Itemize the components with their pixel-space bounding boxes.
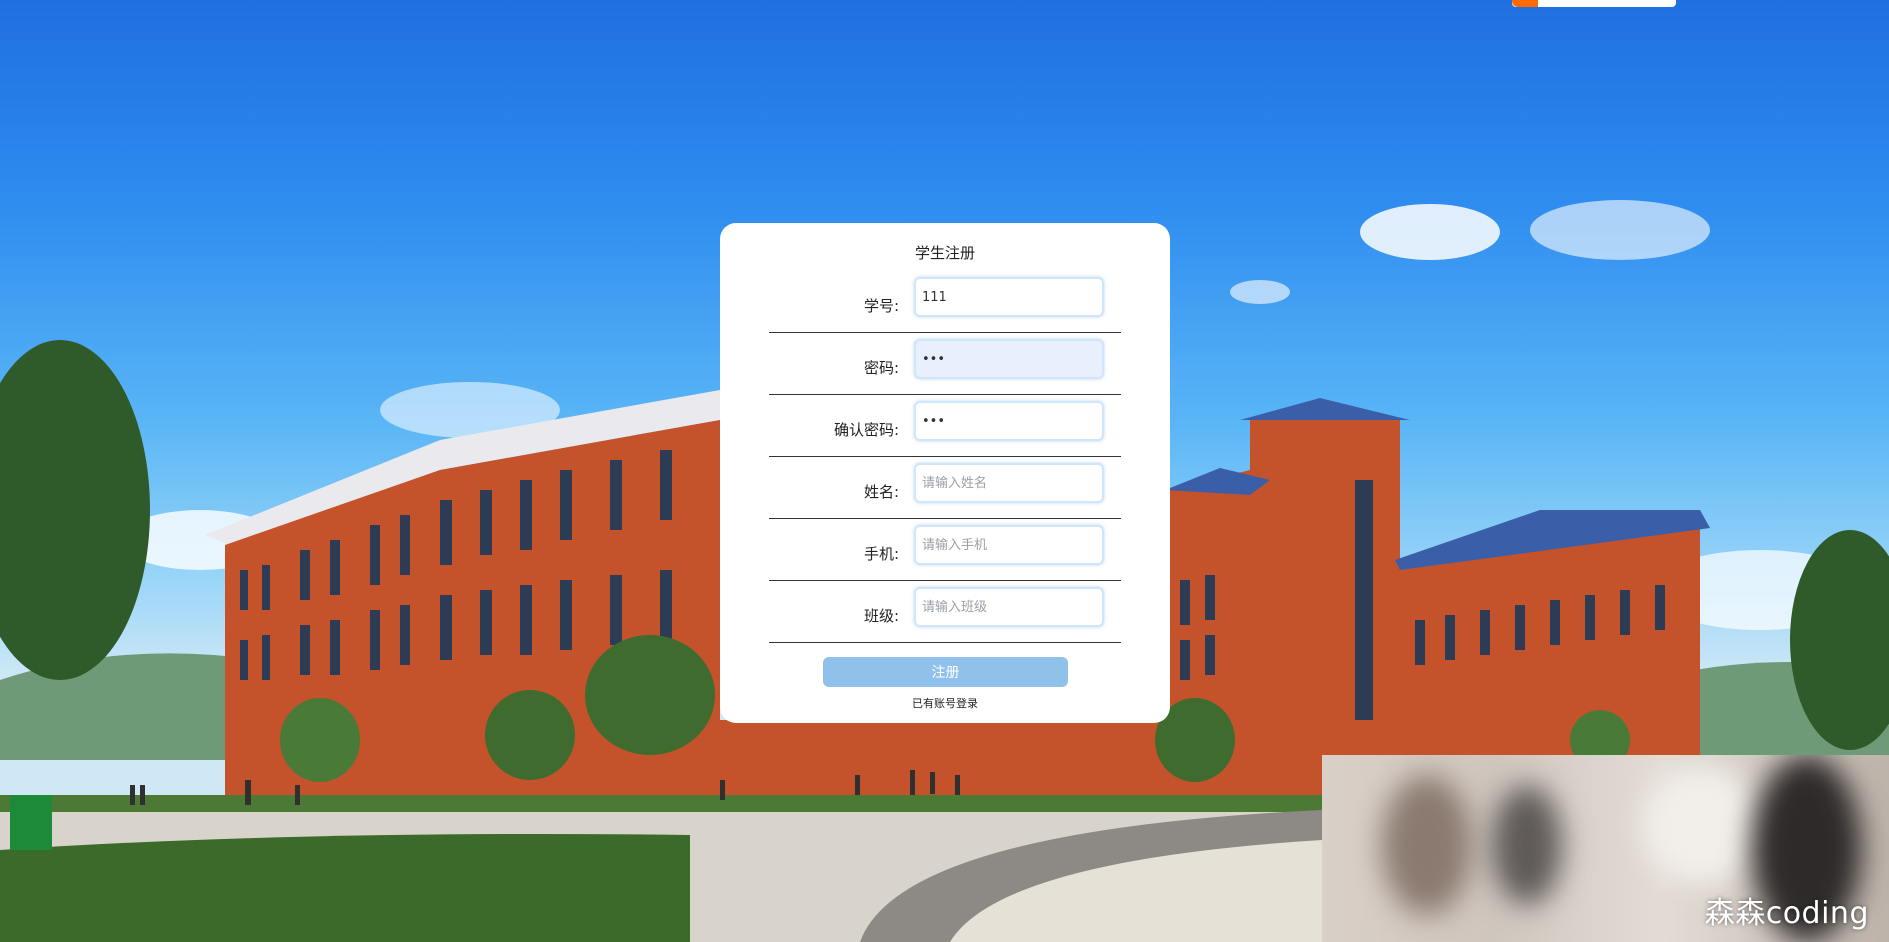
confirm-password-input[interactable] — [914, 401, 1104, 441]
form-title: 学生注册 — [914, 244, 975, 262]
student-id-row: 学号: — [769, 271, 1121, 333]
logo-mark-icon — [1512, 0, 1538, 7]
registration-card: 学生注册 学号: 密码: 确认密码: 姓名: 手机: 班级: 注册 已有账号登录 — [720, 223, 1170, 723]
password-row: 密码: — [769, 333, 1121, 395]
student-id-label: 学号: — [863, 297, 899, 315]
class-label: 班级: — [863, 607, 899, 625]
class-row: 班级: — [769, 581, 1121, 643]
student-id-input[interactable] — [914, 277, 1104, 317]
confirm-password-label: 确认密码: — [833, 421, 899, 439]
phone-input[interactable] — [914, 525, 1104, 565]
password-label: 密码: — [863, 359, 899, 377]
name-label: 姓名: — [863, 483, 899, 501]
login-link[interactable]: 已有账号登录 — [720, 695, 1170, 711]
password-input[interactable] — [914, 339, 1104, 379]
phone-row: 手机: — [769, 519, 1121, 581]
name-input[interactable] — [914, 463, 1104, 503]
site-logo — [1512, 0, 1676, 7]
name-row: 姓名: — [769, 457, 1121, 519]
watermark-text: 森森coding — [1704, 896, 1869, 931]
webcam-overlay: 森森coding — [1322, 755, 1889, 942]
phone-label: 手机: — [863, 545, 899, 563]
register-button[interactable]: 注册 — [823, 657, 1068, 687]
confirm-password-row: 确认密码: — [769, 395, 1121, 457]
class-input[interactable] — [914, 587, 1104, 627]
